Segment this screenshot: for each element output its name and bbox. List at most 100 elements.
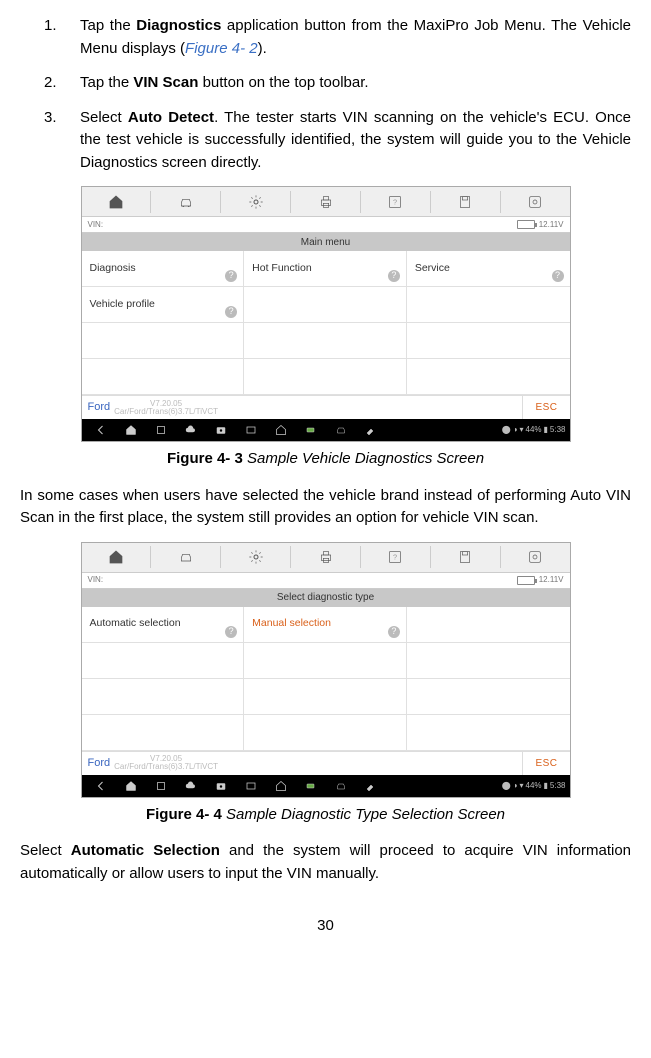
app-home-icon[interactable] (266, 424, 296, 436)
empty-cell (82, 359, 245, 395)
manual-selection-button[interactable]: Manual selection? (244, 607, 407, 643)
paragraph-2: Select Automatic Selection and the syste… (20, 840, 631, 885)
help-badge-icon: ? (225, 626, 237, 638)
empty-cell (82, 679, 245, 715)
system-nav-bar: ⬤ ◑ ▾ 44% ▮ 5:38 (82, 419, 570, 441)
vin-label: VIN: (88, 219, 104, 231)
system-nav-bar: ⬤ ◑ ▾ 44% ▮ 5:38 (82, 775, 570, 797)
car-description: Car/Ford/Trans(6)3.7L/TiVCT (114, 408, 218, 416)
print-icon[interactable] (291, 543, 360, 572)
top-toolbar: ? (82, 187, 570, 217)
step-3: 3. Select Auto Detect. The tester starts… (20, 107, 631, 175)
battery-percent: 44% (526, 424, 542, 436)
print-icon[interactable] (291, 187, 360, 216)
camera-icon[interactable] (206, 780, 236, 792)
battery-status-icon: ▮ (544, 780, 548, 792)
esc-button[interactable]: ESC (522, 396, 569, 419)
menu-grid: Diagnosis? Hot Function? Service? Vehicl… (82, 251, 570, 395)
figure-4-4-caption: Figure 4- 4 Sample Diagnostic Type Selec… (20, 804, 631, 827)
vehicle-profile-button[interactable]: Vehicle profile? (82, 287, 245, 323)
empty-cell (407, 323, 570, 359)
figure-4-4: ? VIN: 12.11V Select diagnostic type Aut… (20, 542, 631, 827)
esc-button[interactable]: ESC (522, 752, 569, 775)
vci-icon[interactable] (296, 424, 326, 436)
empty-cell (244, 287, 407, 323)
swap-icon[interactable] (501, 187, 570, 216)
screenshot-icon[interactable] (236, 780, 266, 792)
diagnosis-button[interactable]: Diagnosis? (82, 251, 245, 287)
cloud-icon[interactable] (176, 424, 206, 436)
clock: 5:38 (550, 780, 566, 792)
service-button[interactable]: Service? (407, 251, 570, 287)
tools-icon[interactable] (356, 424, 386, 436)
footer-bar: Ford V7.20.05 Car/Ford/Trans(6)3.7L/TiVC… (82, 395, 570, 419)
step-3-number: 3. (20, 107, 80, 175)
car-description: Car/Ford/Trans(6)3.7L/TiVCT (114, 763, 218, 771)
battery-icon (517, 220, 535, 229)
screen-title: Main menu (82, 233, 570, 251)
help-badge-icon: ? (225, 270, 237, 282)
help-icon[interactable]: ? (361, 187, 430, 216)
step-2-text: Tap the VIN Scan button on the top toolb… (80, 72, 631, 95)
battery-percent: 44% (526, 780, 542, 792)
empty-cell (244, 323, 407, 359)
help-badge-icon: ? (225, 306, 237, 318)
step-2: 2. Tap the VIN Scan button on the top to… (20, 72, 631, 95)
gear-icon[interactable] (221, 543, 290, 572)
voltage-value: 12.11V (539, 219, 564, 231)
help-badge-icon: ? (388, 270, 400, 282)
camera-icon[interactable] (206, 424, 236, 436)
wifi-icon: ▾ (519, 780, 523, 792)
car-icon[interactable] (151, 543, 220, 572)
car-nav-icon[interactable] (326, 780, 356, 792)
swap-icon[interactable] (501, 543, 570, 572)
home-nav-icon[interactable] (116, 424, 146, 436)
figure-4-3: ? VIN: 12.11V Main menu Diagnosis? Hot F… (20, 186, 631, 471)
vin-bar: VIN: 12.11V (82, 573, 570, 589)
save-icon[interactable] (431, 187, 500, 216)
empty-cell (244, 715, 407, 751)
status-area: ⬤ ◑ ▾ 44% ▮ 5:38 (502, 424, 566, 436)
vehicle-diagnostics-screen: ? VIN: 12.11V Main menu Diagnosis? Hot F… (81, 186, 571, 442)
cloud-icon[interactable] (176, 780, 206, 792)
app-home-icon[interactable] (266, 780, 296, 792)
empty-cell (407, 359, 570, 395)
automatic-selection-button[interactable]: Automatic selection? (82, 607, 245, 643)
screenshot-icon[interactable] (236, 424, 266, 436)
step-1: 1. Tap the Diagnostics application butto… (20, 15, 631, 60)
step-2-number: 2. (20, 72, 80, 95)
step-3-text: Select Auto Detect. The tester starts VI… (80, 107, 631, 175)
help-badge-icon: ? (388, 626, 400, 638)
gear-icon[interactable] (221, 187, 290, 216)
figure-ref-link[interactable]: Figure 4- 2 (185, 40, 258, 57)
help-badge-icon: ? (552, 270, 564, 282)
back-icon[interactable] (86, 424, 116, 436)
home-nav-icon[interactable] (116, 780, 146, 792)
page-number: 30 (20, 915, 631, 938)
empty-cell (407, 643, 570, 679)
battery-icon (517, 576, 535, 585)
voltage-value: 12.11V (539, 574, 564, 586)
back-icon[interactable] (86, 780, 116, 792)
empty-cell (244, 359, 407, 395)
menu-grid: Automatic selection? Manual selection? (82, 607, 570, 751)
home-icon[interactable] (82, 187, 151, 216)
svg-text:?: ? (393, 553, 397, 562)
home-icon[interactable] (82, 543, 151, 572)
wifi-icon: ▾ (519, 424, 523, 436)
screen-title: Select diagnostic type (82, 589, 570, 607)
recent-apps-icon[interactable] (146, 780, 176, 792)
hot-function-button[interactable]: Hot Function? (244, 251, 407, 287)
top-toolbar: ? (82, 543, 570, 573)
vci-icon[interactable] (296, 780, 326, 792)
battery-status-icon: ▮ (544, 424, 548, 436)
car-brand: Ford (88, 755, 111, 772)
help-icon[interactable]: ? (361, 543, 430, 572)
car-nav-icon[interactable] (326, 424, 356, 436)
step-1-text: Tap the Diagnostics application button f… (80, 15, 631, 60)
save-icon[interactable] (431, 543, 500, 572)
car-icon[interactable] (151, 187, 220, 216)
tools-icon[interactable] (356, 780, 386, 792)
empty-cell (82, 715, 245, 751)
recent-apps-icon[interactable] (146, 424, 176, 436)
